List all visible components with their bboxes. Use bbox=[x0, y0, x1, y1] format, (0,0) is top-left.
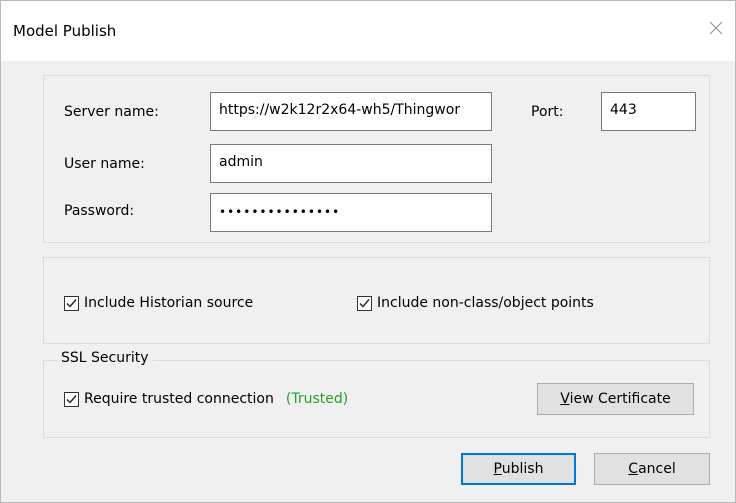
publish-button[interactable]: Publish bbox=[461, 453, 576, 485]
view-certificate-button[interactable]: View Certificate bbox=[537, 383, 694, 415]
model-publish-dialog: Model Publish Server name: https://w2k12… bbox=[0, 0, 736, 503]
include-historian-label: Include Historian source bbox=[84, 295, 254, 311]
checkbox-checked-icon bbox=[64, 295, 79, 311]
user-name-label: User name: bbox=[64, 156, 145, 172]
include-historian-checkbox[interactable]: Include Historian source bbox=[64, 295, 253, 311]
ssl-security-group-title: SSL Security bbox=[57, 350, 153, 366]
dialog-title: Model Publish bbox=[13, 22, 117, 40]
password-input[interactable]: ••••••••••••••• bbox=[210, 193, 492, 232]
server-name-input[interactable]: https://w2k12r2x64-wh5/Thingwor bbox=[210, 92, 492, 131]
cancel-button[interactable]: Cancel bbox=[594, 453, 710, 485]
close-icon[interactable] bbox=[705, 17, 727, 39]
trusted-status-text: (Trusted) bbox=[285, 391, 349, 407]
include-nonclass-checkbox[interactable]: Include non-class/object points bbox=[357, 295, 594, 311]
user-name-input[interactable]: admin bbox=[210, 144, 492, 183]
server-name-label: Server name: bbox=[64, 104, 159, 120]
include-nonclass-label: Include non-class/object points bbox=[377, 295, 594, 311]
password-label: Password: bbox=[64, 203, 135, 219]
require-trusted-checkbox[interactable]: Require trusted connection (Trusted) bbox=[64, 391, 348, 407]
checkbox-checked-icon bbox=[357, 295, 372, 311]
port-label: Port: bbox=[531, 104, 564, 120]
checkbox-checked-icon bbox=[64, 391, 79, 407]
title-bar: Model Publish bbox=[1, 1, 735, 61]
require-trusted-label: Require trusted connection bbox=[84, 391, 274, 407]
port-input[interactable]: 443 bbox=[601, 92, 696, 131]
